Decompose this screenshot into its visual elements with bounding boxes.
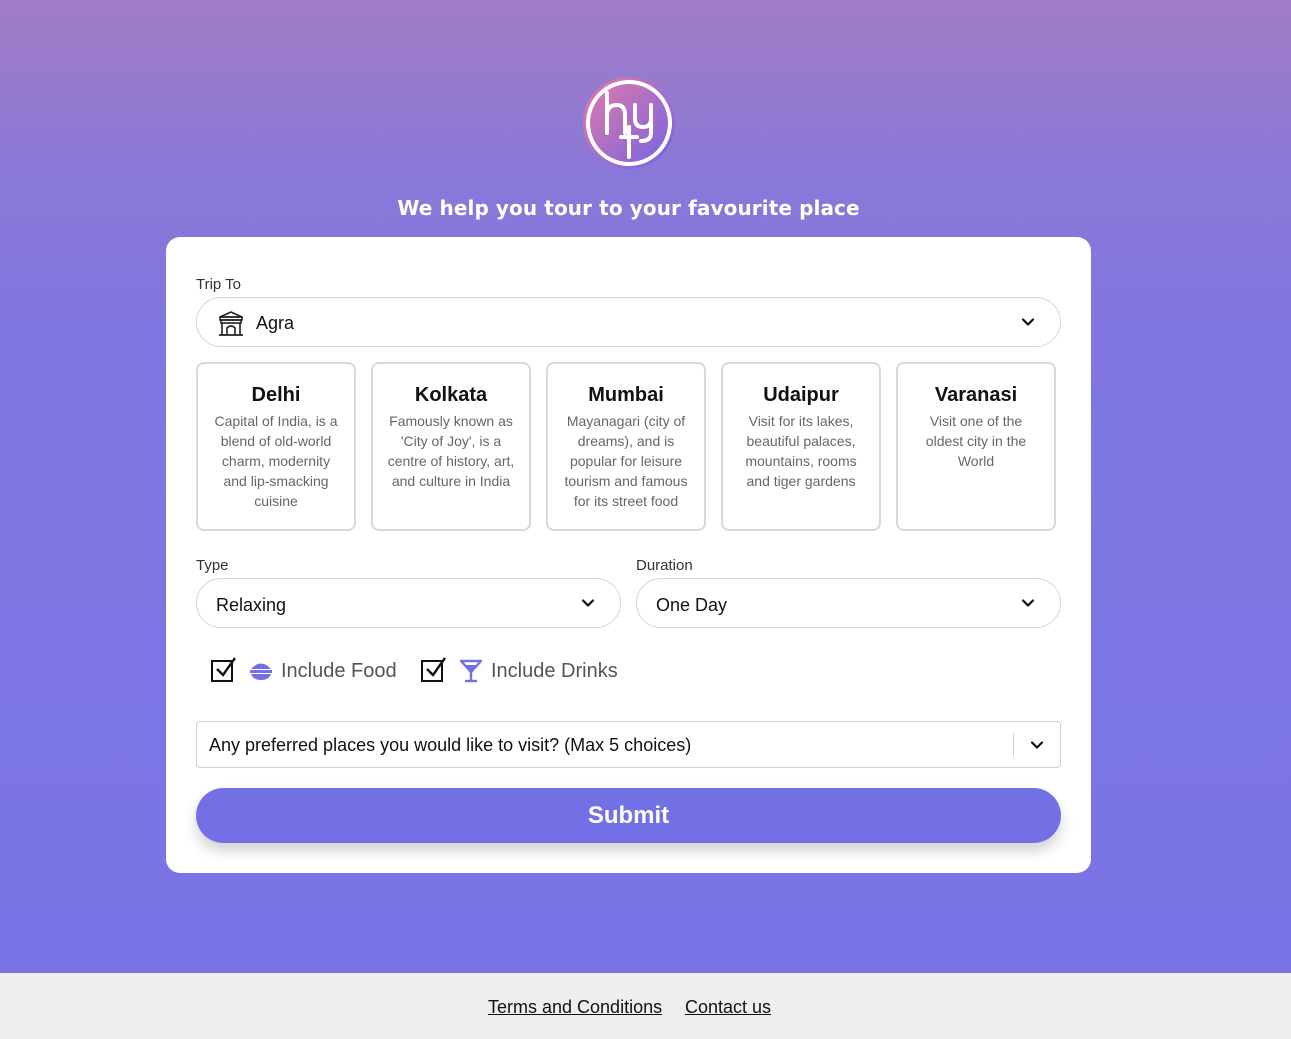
include-drinks-label: Include Drinks xyxy=(491,660,618,682)
city-name: Mumbai xyxy=(588,384,664,406)
include-drinks-checkbox[interactable] xyxy=(421,657,446,682)
checkmark-icon xyxy=(216,657,236,677)
city-card-mumbai[interactable]: Mumbai Mayanagari (city of dreams), and … xyxy=(546,362,706,531)
chevron-down-icon xyxy=(1021,599,1035,607)
contact-link[interactable]: Contact us xyxy=(685,997,771,1018)
city-card-varanasi[interactable]: Varanasi Visit one of the oldest city in… xyxy=(896,362,1056,531)
city-name: Delhi xyxy=(251,384,301,406)
city-description: Mayanagari (city of dreams), and is popu… xyxy=(564,413,688,509)
hyt-logo xyxy=(583,77,675,169)
type-label: Type xyxy=(196,557,229,574)
trip-to-value: Agra xyxy=(256,313,295,333)
trip-form-card: Trip To Agra Delhi Capital of India, is … xyxy=(166,237,1091,873)
city-name: Udaipur xyxy=(763,384,839,406)
checkmark-icon xyxy=(426,657,446,677)
duration-label: Duration xyxy=(636,557,693,574)
type-value: Relaxing xyxy=(216,595,287,615)
chevron-down-icon xyxy=(1021,318,1035,326)
city-name: Varanasi xyxy=(934,384,1018,406)
preferred-places-placeholder: Any preferred places you would like to v… xyxy=(209,735,692,755)
city-description: Visit for its lakes, beautiful palaces, … xyxy=(745,413,857,489)
duration-value: One Day xyxy=(656,595,728,615)
city-description: Famously known as 'City of Joy', is a ce… xyxy=(387,413,515,489)
cocktail-glass-icon xyxy=(459,659,483,683)
terms-link[interactable]: Terms and Conditions xyxy=(488,997,662,1018)
city-card-delhi[interactable]: Delhi Capital of India, is a blend of ol… xyxy=(196,362,356,531)
city-description: Visit one of the oldest city in the Worl… xyxy=(925,413,1027,469)
city-card-udaipur[interactable]: Udaipur Visit for its lakes, beautiful p… xyxy=(721,362,881,531)
chevron-down-icon[interactable] xyxy=(1029,737,1045,753)
type-select[interactable]: Relaxing xyxy=(196,578,621,628)
city-name: Kolkata xyxy=(414,384,488,406)
footer: Terms and Conditions Contact us xyxy=(0,973,1291,1039)
india-gate-icon xyxy=(219,311,243,336)
submit-button[interactable]: Submit xyxy=(196,788,1061,843)
include-food-label: Include Food xyxy=(281,660,397,682)
hero-background: We help you tour to your favourite place… xyxy=(0,0,1291,973)
food-bowl-icon xyxy=(250,663,272,680)
tagline: We help you tour to your favourite place xyxy=(397,196,860,220)
chevron-down-icon xyxy=(581,599,595,607)
trip-to-label: Trip To xyxy=(196,276,242,293)
include-food-checkbox[interactable] xyxy=(211,657,236,682)
city-card-kolkata[interactable]: Kolkata Famously known as 'City of Joy',… xyxy=(371,362,531,531)
trip-to-select[interactable]: Agra xyxy=(196,297,1061,347)
preferred-places-select[interactable]: Any preferred places you would like to v… xyxy=(196,721,1061,768)
city-description: Capital of India, is a blend of old-worl… xyxy=(214,413,338,509)
select-divider xyxy=(1013,733,1014,757)
duration-select[interactable]: One Day xyxy=(636,578,1061,628)
